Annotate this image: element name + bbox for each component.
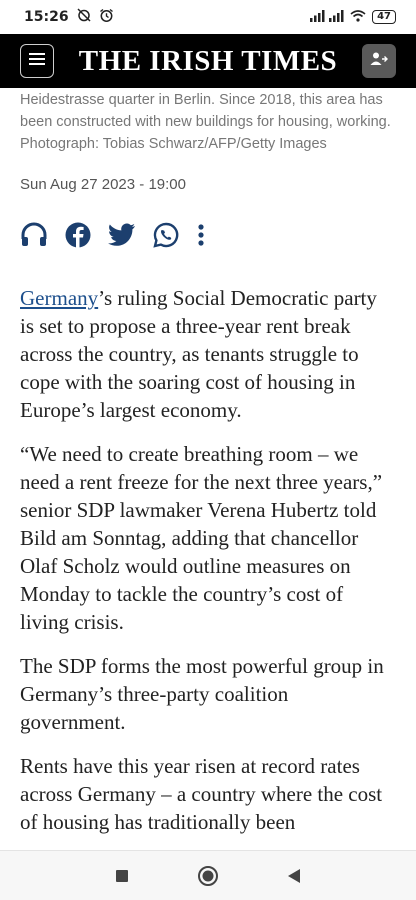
battery-icon: 47 [372,10,396,24]
publish-date: Sun Aug 27 2023 - 19:00 [20,176,186,193]
article-paragraph: Germany’s ruling Social Democratic party… [20,284,396,424]
share-bar [20,220,396,250]
recents-icon[interactable] [115,869,129,883]
status-time: 15:26 [24,9,69,25]
home-icon[interactable] [197,865,219,887]
account-icon [370,51,388,72]
signal-icon [310,9,344,25]
article-paragraph: Rents have this year risen at record rat… [20,754,383,834]
back-icon[interactable] [287,868,301,884]
headphones-icon[interactable] [20,222,48,248]
site-header: THE IRISH TIMES [0,34,416,88]
article-body: Germany’s ruling Social Democratic party… [20,284,396,836]
menu-icon [29,52,45,71]
status-bar: 15:26 47 [0,0,416,34]
menu-button[interactable] [20,44,54,78]
wifi-icon [350,9,366,25]
account-button[interactable] [361,44,396,78]
facebook-icon[interactable] [65,222,91,248]
twitter-icon[interactable] [108,223,136,247]
photo-caption: Heidestrasse quarter in Berlin. Since 20… [20,92,391,152]
masthead-logo[interactable]: THE IRISH TIMES [79,45,337,78]
more-options-icon[interactable] [196,223,206,247]
article-paragraph: The SDP forms the most powerful group in… [20,654,384,734]
alarm-icon [99,8,114,27]
alarm-off-icon [77,8,91,26]
system-nav-bar [0,850,416,900]
article-paragraph: “We need to create breathing room – we n… [20,442,383,634]
whatsapp-icon[interactable] [153,222,179,248]
article-content: Heidestrasse quarter in Berlin. Since 20… [0,88,416,850]
germany-topic-link[interactable]: Germany [20,286,98,310]
